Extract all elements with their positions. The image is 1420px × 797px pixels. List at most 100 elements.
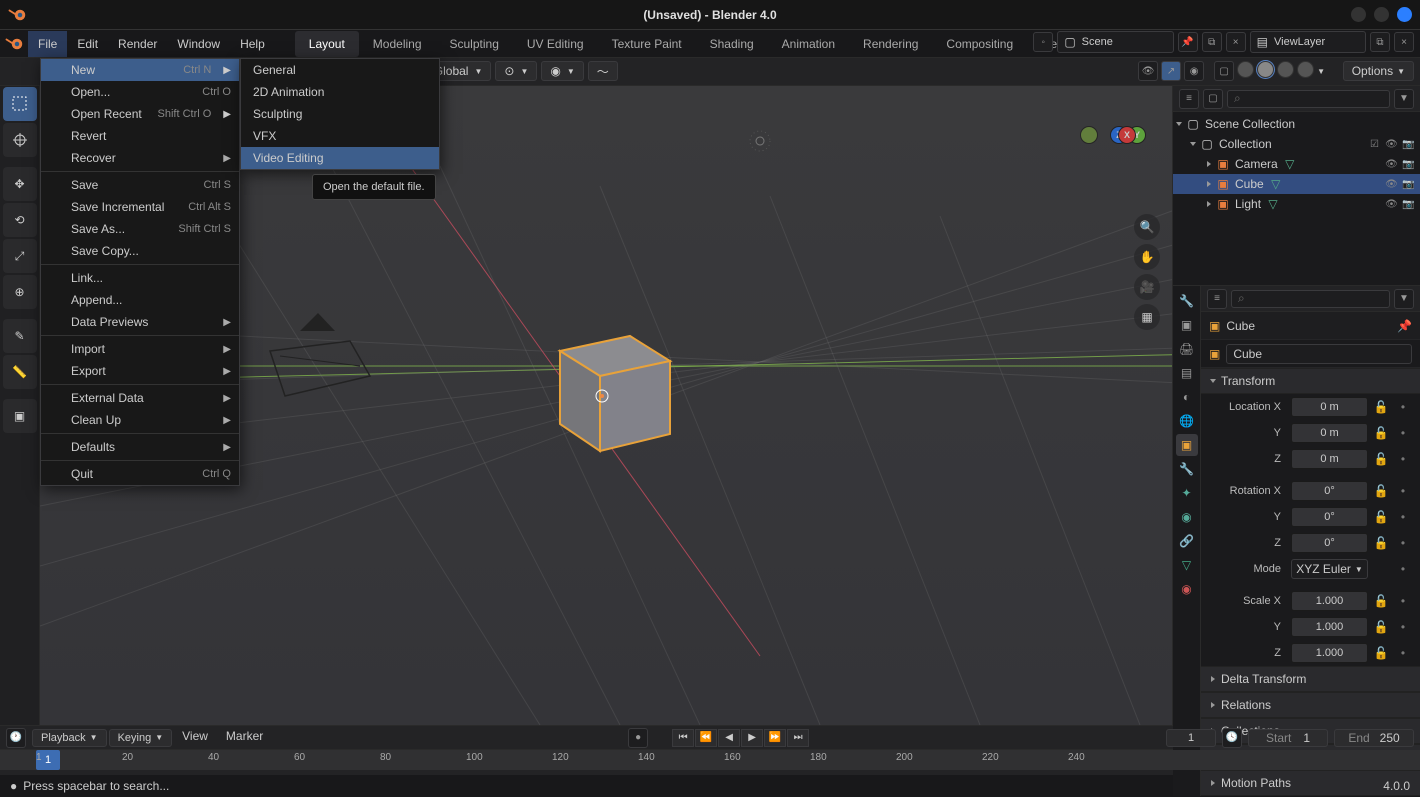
scene-delete-button[interactable]: × [1226, 32, 1246, 52]
delta-transform-header[interactable]: Delta Transform [1201, 666, 1420, 692]
menu-render[interactable]: Render [108, 31, 167, 57]
menuitem-revert[interactable]: Revert [41, 125, 239, 147]
lock-icon[interactable]: 🔓 [1372, 534, 1390, 552]
cursor-tool[interactable] [3, 123, 37, 157]
location-z[interactable]: 0 m [1291, 449, 1368, 469]
tab-sculpting[interactable]: Sculpting [436, 31, 513, 57]
particle-tab[interactable]: ✦ [1176, 482, 1198, 504]
key-next[interactable]: ⏩ [764, 729, 786, 747]
data-tab[interactable]: ▽ [1176, 554, 1198, 576]
viewlayer-input[interactable] [1274, 36, 1359, 48]
overlay-toggle[interactable]: ◉ [1184, 61, 1204, 81]
scene-collection-row[interactable]: ▢ Scene Collection [1173, 114, 1420, 134]
move-tool[interactable]: ✥ [3, 167, 37, 201]
start-frame[interactable]: Start1 [1248, 729, 1328, 747]
eye-icon[interactable]: 👁 [1384, 177, 1399, 192]
jump-end[interactable]: ⏭ [787, 729, 809, 747]
select-box-tool[interactable] [3, 87, 37, 121]
properties-options[interactable]: ▼ [1394, 289, 1414, 309]
tab-modeling[interactable]: Modeling [359, 31, 436, 57]
timeline-keying[interactable]: Keying ▼ [109, 729, 173, 747]
outliner-filter[interactable]: ▼ [1394, 89, 1414, 109]
menuitem-save-as[interactable]: Save As...Shift Ctrl S [41, 218, 239, 240]
camera-object[interactable] [250, 301, 390, 421]
scale-x[interactable]: 1.000 [1291, 591, 1368, 611]
camera-icon[interactable]: 📷 [1401, 157, 1416, 172]
outliner-cube[interactable]: ▣ Cube ▽ 👁📷 [1173, 174, 1420, 194]
viewlayer-new-button[interactable]: ⧉ [1370, 32, 1390, 52]
rotate-tool[interactable]: ⟲ [3, 203, 37, 237]
xray-toggle[interactable]: ▢ [1214, 61, 1234, 81]
menuitem-external-data[interactable]: External Data▶ [41, 387, 239, 409]
tab-animation[interactable]: Animation [768, 31, 849, 57]
lock-icon[interactable]: 🔓 [1372, 424, 1390, 442]
options-dropdown[interactable]: Options▼ [1343, 61, 1414, 81]
scene-new-button[interactable]: ⧉ [1202, 32, 1222, 52]
world-tab[interactable]: 🌐 [1176, 410, 1198, 432]
timeline-type[interactable]: 🕐 [6, 728, 26, 748]
tab-rendering[interactable]: Rendering [849, 31, 932, 57]
rotation-mode-dropdown[interactable]: XYZ Euler ▼ [1291, 559, 1368, 579]
object-name-field[interactable]: Cube [1226, 344, 1412, 364]
persp-ortho-button[interactable]: ▦ [1134, 304, 1160, 330]
menuitem-export[interactable]: Export▶ [41, 360, 239, 382]
default-cube[interactable] [530, 306, 690, 476]
end-frame[interactable]: End250 [1334, 729, 1414, 747]
properties-type[interactable]: ≡ [1207, 289, 1227, 309]
lock-icon[interactable]: 🔓 [1372, 618, 1390, 636]
viewlayer-tab[interactable]: ▤ [1176, 362, 1198, 384]
wireframe-shading[interactable] [1237, 61, 1254, 78]
maximize-button[interactable] [1374, 7, 1389, 22]
render-tab[interactable]: ▣ [1176, 314, 1198, 336]
view-filter-button[interactable]: 👁 [1138, 61, 1158, 81]
material-shading[interactable] [1277, 61, 1294, 78]
scale-tool[interactable]: ⤢ [3, 239, 37, 273]
properties-search[interactable]: ⌕ [1231, 290, 1390, 308]
scene-pin-button[interactable]: 📌 [1178, 32, 1198, 52]
menuitem-save-copy[interactable]: Save Copy... [41, 240, 239, 262]
menuitem-open[interactable]: Open...Ctrl O [41, 81, 239, 103]
camera-view-button[interactable]: 🎥 [1134, 274, 1160, 300]
key-prev[interactable]: ⏪ [695, 729, 717, 747]
relations-header[interactable]: Relations [1201, 692, 1420, 718]
jump-start[interactable]: ⏮ [672, 729, 694, 747]
eye-icon[interactable]: 👁 [1384, 157, 1399, 172]
scene-field[interactable]: ▢ [1057, 31, 1173, 53]
timeline-view[interactable]: View [174, 729, 216, 747]
tab-uv-editing[interactable]: UV Editing [513, 31, 598, 57]
menuitem-save[interactable]: SaveCtrl S [41, 174, 239, 196]
menuitem-clean-up[interactable]: Clean Up▶ [41, 409, 239, 431]
menu-help[interactable]: Help [230, 31, 275, 57]
camera-icon[interactable]: 📷 [1401, 137, 1416, 152]
collection-row[interactable]: ▢ Collection ☑👁📷 [1173, 134, 1420, 154]
snap-button[interactable]: ⊙▼ [495, 61, 537, 81]
outliner-type[interactable]: ≡ [1179, 89, 1199, 109]
timeline-playback[interactable]: Playback ▼ [32, 729, 107, 747]
rotation-y[interactable]: 0° [1291, 507, 1368, 527]
minimize-button[interactable] [1351, 7, 1366, 22]
annotate-tool[interactable]: ✎ [3, 319, 37, 353]
scene-input[interactable] [1082, 36, 1167, 48]
submenu-general[interactable]: General [241, 59, 439, 81]
submenu-vfx[interactable]: VFX [241, 125, 439, 147]
menuitem-defaults[interactable]: Defaults▶ [41, 436, 239, 458]
tab-compositing[interactable]: Compositing [932, 31, 1027, 57]
constraint-tab[interactable]: 🔗 [1176, 530, 1198, 552]
viewlayer-delete-button[interactable]: × [1394, 32, 1414, 52]
tool-tab[interactable]: 🔧 [1176, 290, 1198, 312]
scene-tab[interactable]: ◐ [1176, 386, 1198, 408]
lock-icon[interactable]: 🔓 [1372, 450, 1390, 468]
scale-y[interactable]: 1.000 [1291, 617, 1368, 637]
transform-panel-header[interactable]: Transform [1201, 368, 1420, 394]
material-tab[interactable]: ◉ [1176, 578, 1198, 600]
outliner-search[interactable]: ⌕ [1227, 90, 1390, 108]
play-reverse[interactable]: ◀ [718, 729, 740, 747]
tab-texture-paint[interactable]: Texture Paint [598, 31, 696, 57]
tab-shading[interactable]: Shading [696, 31, 768, 57]
lock-icon[interactable]: 🔓 [1372, 482, 1390, 500]
outliner-mode[interactable]: ▢ [1203, 89, 1223, 109]
location-x[interactable]: 0 m [1291, 397, 1368, 417]
eye-icon[interactable]: 👁 [1384, 197, 1399, 212]
transform-tool[interactable]: ⊕ [3, 275, 37, 309]
lock-icon[interactable]: 🔓 [1372, 644, 1390, 662]
